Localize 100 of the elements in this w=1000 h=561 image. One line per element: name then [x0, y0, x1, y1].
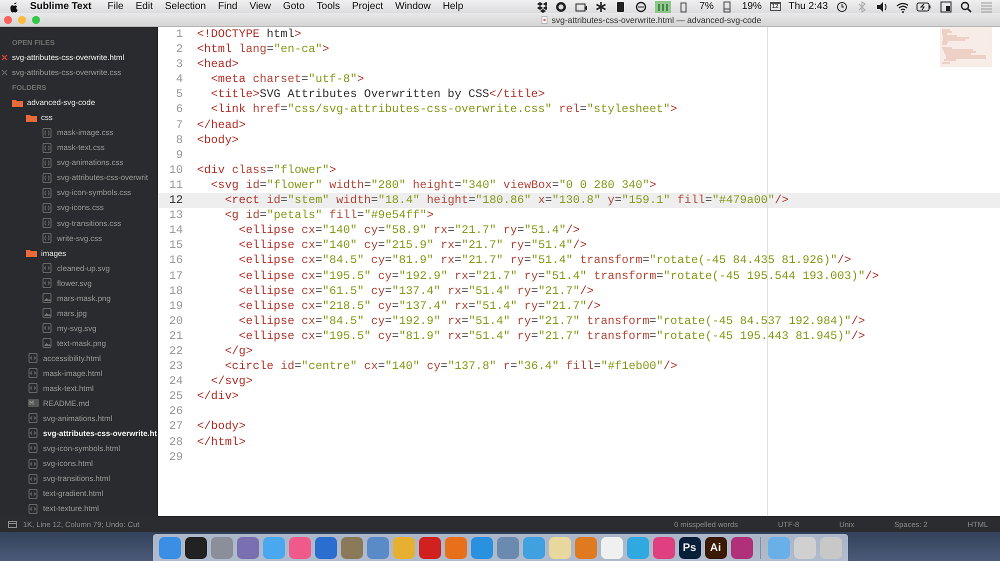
line-number: 21: [168, 328, 183, 344]
line-number: 12: [168, 193, 183, 208]
code-file-icon: [28, 458, 39, 469]
code-line: <!DOCTYPE html>: [197, 27, 302, 42]
line-number: 1: [175, 27, 183, 42]
code-line: <circle id="centre" cx="140" cy="137.8" r="36.4" fill="#f1eb00"/>: [224, 359, 678, 374]
code-line: <rect id="stem" width="18.4" height="180.86" x="130.8" y="159.1" fill="#479a00"/>: [224, 193, 789, 208]
history-icon: [836, 0, 848, 12]
braces-file-icon: [42, 233, 53, 244]
menu-item[interactable]: Window: [389, 1, 437, 12]
code-line: </g>: [224, 344, 253, 360]
code-line: <ellipse cx="195.5" cy="192.9" rx="21.7" ry="51.4" transform="rotate(-45 195.544 193.003)"/>: [238, 268, 880, 284]
line-number: 23: [168, 359, 183, 374]
line-number: 10: [168, 162, 183, 178]
line-number: 16: [168, 253, 183, 268]
app-icon[interactable]: Ps: [678, 536, 700, 558]
code-file-icon: [42, 263, 53, 274]
close-icon: [1, 69, 8, 76]
image-file-icon: [42, 308, 53, 318]
menu-item[interactable]: Find: [212, 1, 244, 12]
line-number: 29: [168, 450, 183, 465]
code-line: <ellipse cx="140" cy="215.9" rx="21.7" ry="51.4"/>: [238, 238, 587, 254]
close-button[interactable]: [4, 16, 12, 24]
menu-item[interactable]: View: [243, 1, 277, 12]
image-file-icon: [42, 293, 53, 304]
line-number: 26: [168, 404, 183, 420]
line-number: 8: [175, 132, 183, 148]
code-file-icon: [28, 413, 39, 424]
window-title: svg-attributes-css-overwrite.html — advanced-svg-code: [552, 14, 762, 24]
folder-icon: [26, 248, 37, 258]
code-file-icon: [28, 368, 39, 378]
code-file-icon: [28, 443, 39, 454]
percent-reading: 7%: [699, 1, 714, 12]
menu-item[interactable]: Help: [436, 1, 470, 12]
line-number: 9: [175, 148, 183, 163]
code-line: <ellipse cx="140" cy="58.9" rx="21.7" ry="51.4"/>: [238, 223, 580, 238]
search-icon: [960, 0, 972, 12]
image-file-icon: [42, 338, 53, 348]
zoom-button[interactable]: [32, 16, 40, 24]
code-line: </head>: [197, 118, 246, 133]
bluetooth-icon: [856, 0, 868, 12]
code-line: <ellipse cx="195.5" cy="81.9" rx="51.4" ry="21.7" transform="rotate(-45 195.443 81.945)"/>: [238, 328, 866, 344]
code-line: <html lang="en-ca">: [197, 42, 330, 58]
code-line: </svg>: [210, 374, 253, 390]
line-number: 7: [175, 118, 183, 133]
battery-icon: [916, 0, 932, 12]
code-line: <title>SVG Attributes Overwritten by CSS</title>: [210, 87, 545, 102]
wifi-icon: [896, 0, 908, 12]
code-file-icon: [42, 278, 53, 288]
menu-item[interactable]: Edit: [130, 1, 159, 12]
apple-logo-icon: [8, 0, 18, 12]
minimize-button[interactable]: [18, 16, 26, 24]
line-number: 4: [175, 72, 183, 88]
line-number: 14: [168, 223, 183, 238]
line-number: 11: [168, 178, 183, 194]
braces-file-icon: [42, 158, 53, 168]
line-number: 6: [175, 102, 183, 118]
code-line: <g id="petals" fill="#9e54ff">: [224, 208, 434, 224]
line-number: 24: [168, 374, 183, 390]
menu-item[interactable]: Tools: [310, 1, 346, 12]
app-name-menu[interactable]: Sublime Text: [18, 1, 102, 12]
volume-icon: [876, 0, 888, 12]
line-number: 13: [168, 208, 183, 224]
line-number: 27: [168, 419, 183, 435]
code-line: </html>: [197, 434, 246, 450]
percent-reading: 19%: [742, 1, 762, 12]
code-file-icon: [28, 488, 39, 499]
menu-item[interactable]: File: [102, 1, 130, 12]
line-number: 15: [168, 238, 183, 254]
line-number: 3: [175, 57, 183, 72]
line-number: 18: [168, 284, 183, 299]
clock-text[interactable]: Thu 2:43: [788, 1, 828, 12]
line-number: 22: [168, 344, 183, 360]
menu-item[interactable]: Project: [346, 1, 390, 12]
line-number: 25: [168, 389, 183, 404]
cpu-meter-icon: [655, 0, 672, 12]
line-number: 19: [168, 298, 183, 314]
line-number: 2: [175, 42, 183, 58]
line-number: 20: [168, 314, 183, 329]
menu-item[interactable]: Selection: [158, 1, 212, 12]
code-line: <head>: [197, 57, 239, 72]
braces-file-icon: [42, 172, 53, 183]
code-line: <meta charset="utf-8">: [210, 72, 364, 88]
file-icon: [540, 16, 548, 24]
code-line: <ellipse cx="218.5" cy="137.4" rx="51.4" ry="21.7"/>: [238, 298, 601, 314]
asterisk-icon: [595, 0, 608, 12]
code-line: </body>: [197, 419, 246, 435]
app-icon[interactable]: [184, 536, 206, 558]
menu-item[interactable]: Goto: [276, 1, 311, 12]
app-icon[interactable]: Ai: [704, 536, 726, 558]
code-file-icon: [42, 323, 53, 334]
close-icon: [1, 54, 8, 62]
panel-icon: [8, 520, 17, 528]
code-line: <ellipse cx="84.5" cy="81.9" rx="21.7" ry="51.4" transform="rotate(-45 84.435 81.926)"/>: [238, 253, 852, 268]
code-line: </div>: [197, 389, 239, 404]
code-line: <body>: [197, 132, 239, 148]
code-line: <svg id="flower" width="280" height="340" viewBox="0 0 280 340">: [210, 178, 656, 194]
code-file-icon: [28, 428, 39, 438]
code-line: <ellipse cx="61.5" cy="137.4" rx="51.4" ry="21.7"/>: [238, 284, 594, 299]
braces-file-icon: [42, 128, 53, 138]
